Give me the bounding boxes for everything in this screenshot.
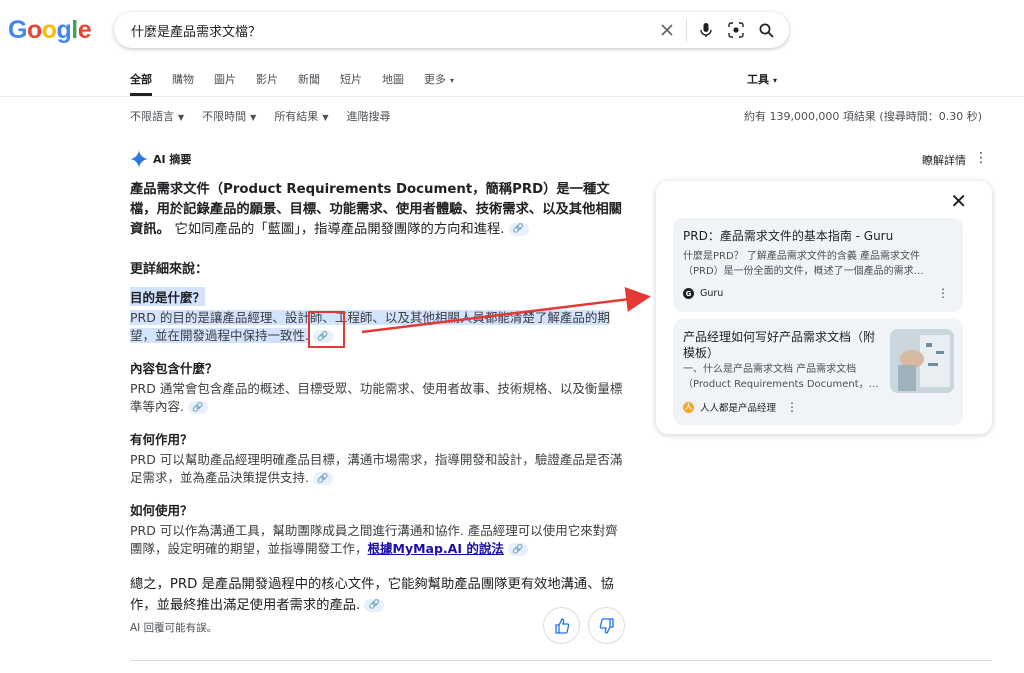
- ai-overview-body: 產品需求文件（Product Requirements Document，簡稱P…: [130, 180, 630, 616]
- search-icon[interactable]: [751, 15, 781, 45]
- section-purpose: 目的是什麼？ PRD 的目的是讓產品經理、設計師、工程師、以及其他相關人員都能清…: [130, 287, 630, 345]
- time-filter[interactable]: 不限時間 ▼: [202, 108, 256, 124]
- tools-label: 工具: [747, 73, 769, 86]
- tab-more[interactable]: 更多 ▾: [424, 71, 454, 96]
- section-content: 內容包含什麼？ PRD 通常會包含產品的概述、目標受眾、功能需求、使用者故事、技…: [130, 358, 630, 416]
- tab-videos[interactable]: 影片: [256, 71, 278, 96]
- ai-overview-title: AI 摘要: [153, 153, 192, 166]
- section-usage: 如何使用？ PRD 可以作為溝通工具，幫助團隊成員之間進行溝通和協作. 產品經理…: [130, 500, 630, 558]
- ai-disclaimer: AI 回覆可能有誤。: [130, 622, 218, 634]
- close-icon[interactable]: ✕: [950, 189, 967, 213]
- source-site-name: Guru: [700, 288, 724, 299]
- more-options-icon[interactable]: ⋮: [937, 286, 949, 300]
- section-body-text: PRD 的目的是讓產品經理、設計師、工程師、以及其他相關人員都能清楚了解產品的期…: [130, 310, 610, 343]
- filter-label: 所有結果: [274, 110, 319, 123]
- header-divider: [0, 96, 1024, 97]
- microphone-icon[interactable]: [691, 15, 721, 45]
- sources-panel: ✕ PRD：產品需求文件的基本指南 - Guru 什麼是PRD？ 了解產品需求文…: [656, 181, 992, 434]
- source-site-name: 人人都是产品经理: [700, 403, 777, 414]
- filter-label: 不限時間: [202, 110, 247, 123]
- section-title: 如何使用？: [130, 503, 193, 518]
- intro-plain-text: 它如同產品的「藍圖」，指導產品開發團隊的方向和進程.: [174, 222, 505, 237]
- source-thumbnail[interactable]: [890, 329, 954, 393]
- chevron-down-icon: ▾: [773, 76, 778, 85]
- section-title: 內容包含什麼？: [130, 361, 218, 376]
- section-body: PRD 可以幫助產品經理明確產品目標，溝通市場需求，指導開發和設計，驗證產品是否…: [130, 451, 630, 487]
- section-body: PRD 可以作為溝通工具，幫助團隊成員之間進行溝通和協作. 產品經理可以使用它來…: [130, 522, 630, 558]
- tab-news[interactable]: 新聞: [298, 71, 320, 96]
- logo-letter: g: [56, 16, 72, 44]
- section-function: 有何作用？ PRD 可以幫助產品經理明確產品目標，溝通市場需求，指導開發和設計，…: [130, 429, 630, 487]
- link-icon[interactable]: 🔗: [508, 222, 529, 236]
- logo-letter: e: [77, 16, 92, 44]
- section-body-text: PRD 可以幫助產品經理明確產品目標，溝通市場需求，指導開發和設計，驗證產品是否…: [130, 452, 623, 485]
- link-icon[interactable]: 🔗: [364, 598, 385, 612]
- sparkle-icon: [130, 150, 148, 168]
- tab-shopping[interactable]: 購物: [172, 71, 194, 96]
- tab-images[interactable]: 圖片: [214, 71, 236, 96]
- thumbs-down-icon: [599, 617, 614, 634]
- filter-bar: 不限語言 ▼ 不限時間 ▼ 所有結果 ▼ 進階搜尋: [130, 108, 408, 124]
- source-snippet: 什麼是PRD？ 了解產品需求文件的含義 產品需求文件（PRD）是一份全面的文件，…: [683, 251, 924, 277]
- chevron-down-icon: ▼: [322, 113, 329, 122]
- results-filter[interactable]: 所有結果 ▼: [274, 108, 328, 124]
- google-logo[interactable]: Google: [8, 16, 92, 45]
- thumbnail-image: [890, 329, 954, 393]
- source-title[interactable]: PRD：產品需求文件的基本指南 - Guru: [683, 228, 893, 244]
- source-snippet: 一、什么是产品需求文档 产品需求文档（Product Requirements …: [683, 364, 879, 390]
- logo-letter: o: [41, 16, 57, 44]
- search-tabs: 全部 購物 圖片 影片 新聞 短片 地圖 更多 ▾: [130, 71, 474, 96]
- tab-maps[interactable]: 地圖: [382, 71, 404, 96]
- link-icon[interactable]: 🔗: [507, 543, 528, 556]
- search-input[interactable]: 什麼是產品需求文檔？: [131, 21, 652, 40]
- tools-button[interactable]: 工具 ▾: [747, 71, 777, 87]
- lens-camera-icon[interactable]: [721, 15, 751, 45]
- ai-overview-header: AI 摘要: [130, 150, 191, 168]
- language-filter[interactable]: 不限語言 ▼: [130, 108, 184, 124]
- divider: [686, 19, 687, 41]
- section-title: 有何作用？: [130, 432, 193, 447]
- section-body: PRD 的目的是讓產品經理、設計師、工程師、以及其他相關人員都能清楚了解產品的期…: [130, 309, 630, 345]
- section-divider: [130, 660, 992, 661]
- details-heading: 更詳細來說：: [130, 262, 209, 277]
- result-stats: 約有 139,000,000 項結果 (搜尋時間：0.30 秒): [743, 110, 982, 123]
- thumbs-down-button[interactable]: [588, 607, 625, 644]
- search-box[interactable]: 什麼是產品需求文檔？: [114, 12, 789, 48]
- clear-icon[interactable]: [652, 15, 682, 45]
- source-card[interactable]: 产品经理如何写好产品需求文档（附模板） 一、什么是产品需求文档 产品需求文档（P…: [673, 319, 963, 425]
- link-icon[interactable]: 🔗: [312, 472, 333, 485]
- annotation-highlight-box: [308, 311, 345, 348]
- logo-letter: o: [26, 16, 42, 44]
- chevron-down-icon: ▾: [450, 76, 455, 85]
- site-logo-icon: 人: [683, 401, 694, 413]
- chevron-down-icon: ▼: [178, 113, 185, 122]
- tab-shorts[interactable]: 短片: [340, 71, 362, 96]
- chevron-down-icon: ▼: [250, 113, 257, 122]
- learn-more-link[interactable]: 瞭解詳情: [922, 152, 966, 168]
- section-title: 目的是什麼？: [130, 287, 206, 306]
- section-body: PRD 通常會包含產品的概述、目標受眾、功能需求、使用者故事、技術規格、以及衡量…: [130, 380, 630, 416]
- link-icon[interactable]: 🔗: [187, 401, 208, 414]
- more-options-icon[interactable]: ⋮: [786, 400, 798, 414]
- source-title[interactable]: 产品经理如何写好产品需求文档（附模板）: [683, 329, 883, 361]
- logo-letter: G: [8, 16, 27, 44]
- source-site: G Guru: [683, 288, 723, 299]
- filter-label: 不限語言: [130, 110, 174, 123]
- thumbs-up-button[interactable]: [543, 607, 580, 644]
- intro-paragraph: 產品需求文件（Product Requirements Document，簡稱P…: [130, 180, 630, 240]
- more-options-icon[interactable]: ⋮: [974, 150, 988, 166]
- advanced-search-link[interactable]: 進階搜尋: [346, 108, 390, 124]
- source-site: 人人人都是产品经理 ⋮: [683, 400, 798, 414]
- mymap-source-link[interactable]: 根據MyMap.AI 的說法: [368, 541, 504, 556]
- guru-logo-icon: G: [683, 288, 694, 299]
- tab-more-label: 更多: [424, 73, 446, 86]
- tab-all[interactable]: 全部: [130, 71, 152, 96]
- source-card[interactable]: PRD：產品需求文件的基本指南 - Guru 什麼是PRD？ 了解產品需求文件的…: [673, 218, 963, 312]
- thumbs-up-icon: [554, 617, 569, 634]
